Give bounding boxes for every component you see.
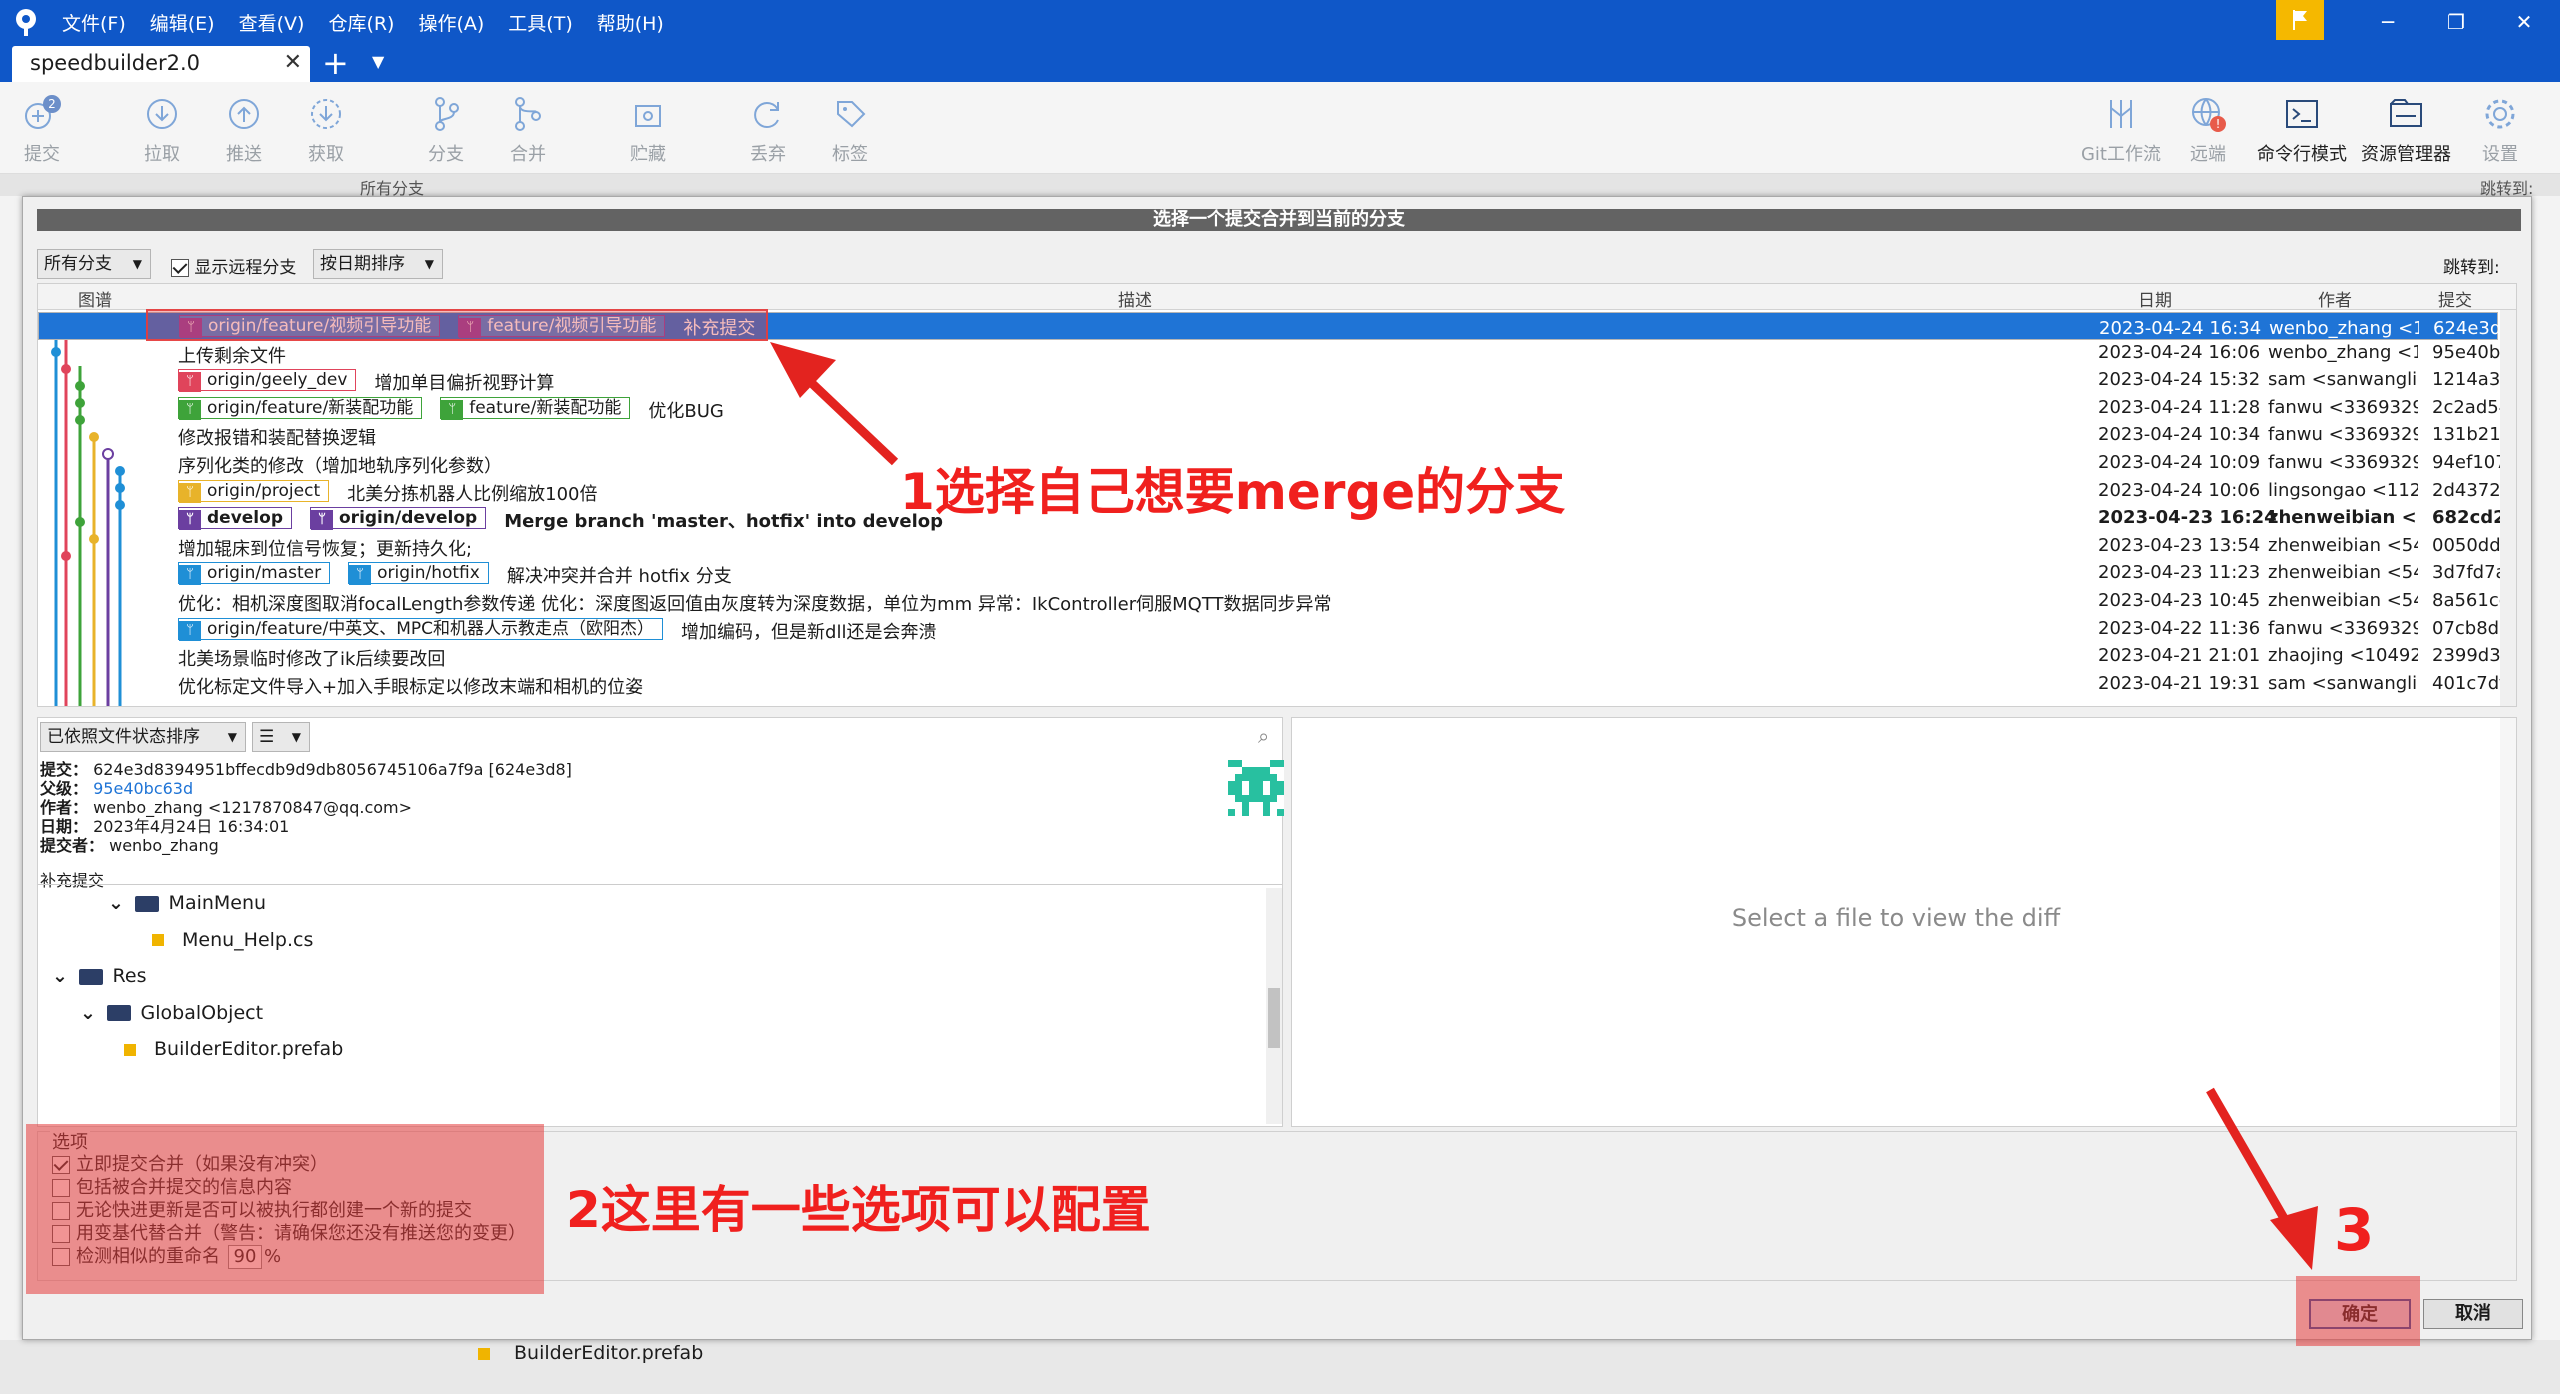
annotation-arrows	[770, 342, 2318, 1270]
annotation-text-2: 2这里有一些选项可以配置	[566, 1181, 1151, 1239]
annotation-text-1: 1选择自己想要merge的分支	[900, 463, 1566, 521]
annotation-arrow-1	[770, 342, 899, 466]
annotation-text-3: 3	[2334, 1196, 2375, 1264]
annotation-arrow-3	[2206, 1087, 2318, 1270]
